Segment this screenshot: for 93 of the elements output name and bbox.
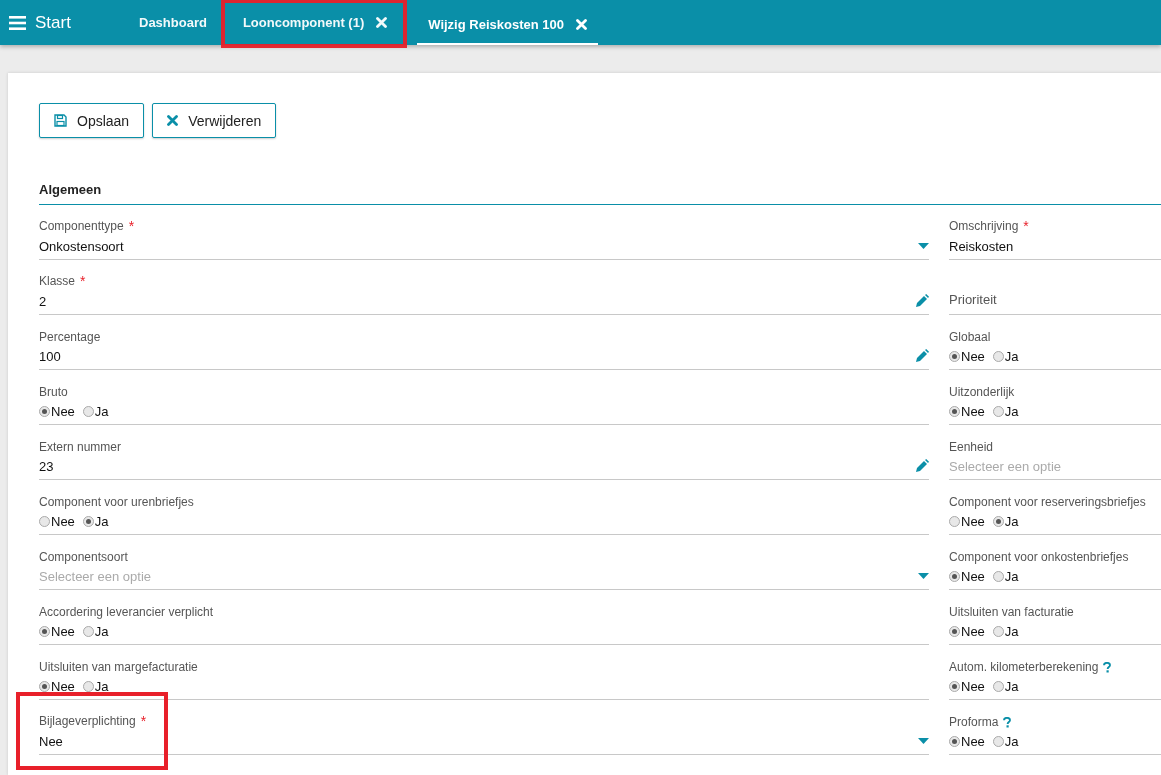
radio-option[interactable]: Nee	[949, 348, 985, 364]
field-label: Klasse	[39, 274, 76, 288]
radio-button[interactable]	[82, 625, 94, 637]
field-label: Component voor urenbriefjes	[39, 495, 194, 509]
radio-option[interactable]: Ja	[992, 623, 1019, 639]
dropdown-caret-icon[interactable]	[918, 738, 929, 744]
radio-option[interactable]: Nee	[949, 678, 985, 694]
dropdown-caret-icon[interactable]	[918, 243, 929, 249]
radio-button[interactable]	[992, 515, 1004, 527]
tab[interactable]: Looncomponent (1)	[224, 0, 406, 45]
radio-button[interactable]	[39, 515, 50, 527]
radio-button[interactable]	[39, 680, 50, 692]
radio-option[interactable]: Nee	[949, 513, 985, 529]
radio-button[interactable]	[82, 405, 94, 417]
field-value[interactable]: 100	[39, 348, 61, 364]
field-value[interactable]: Nee	[39, 733, 63, 749]
field-label: Component voor onkostenbriefjes	[949, 550, 1129, 564]
required-asterisk: *	[128, 218, 135, 234]
cross-icon	[167, 115, 179, 126]
field-label: Prioriteit	[949, 292, 997, 309]
radio-button[interactable]	[949, 680, 960, 692]
radio-option[interactable]: Nee	[39, 403, 75, 419]
radio-option[interactable]: Nee	[39, 513, 75, 529]
menu-icon[interactable]	[9, 15, 26, 30]
radio-button[interactable]	[992, 350, 1004, 362]
field-label: Componentsoort	[39, 550, 128, 564]
field-label: Component voor reserveringsbriefjes	[949, 495, 1146, 509]
radio-button[interactable]	[949, 570, 960, 582]
help-icon[interactable]	[1103, 661, 1112, 673]
save-button[interactable]: Opslaan	[39, 103, 145, 138]
help-icon[interactable]	[1003, 716, 1012, 728]
radio-button[interactable]	[39, 405, 50, 417]
field-value[interactable]: Reiskosten	[949, 238, 1014, 254]
required-asterisk: *	[140, 713, 147, 729]
field-label: Uitsluiten van margefacturatie	[39, 660, 198, 674]
radio-button[interactable]	[949, 405, 960, 417]
field-label: Uitzonderlijk	[949, 385, 1015, 399]
start-label[interactable]: Start	[35, 12, 71, 33]
radio-option[interactable]: Nee	[949, 733, 985, 749]
radio-button[interactable]	[39, 625, 50, 637]
field-label: Bruto	[39, 385, 68, 399]
radio-button[interactable]	[949, 515, 960, 527]
field-label: Autom. kilometerberekening	[949, 660, 1099, 674]
radio-option[interactable]: Ja	[82, 623, 109, 639]
radio-option[interactable]: Nee	[39, 678, 75, 694]
radio-button[interactable]	[992, 405, 1004, 417]
field-label: Globaal	[949, 330, 991, 344]
radio-option[interactable]: Ja	[992, 513, 1019, 529]
radio-option[interactable]: Ja	[82, 513, 109, 529]
required-asterisk: *	[80, 273, 86, 289]
field-label: Proforma	[949, 715, 999, 729]
radio-button[interactable]	[992, 735, 1004, 747]
radio-button[interactable]	[82, 680, 94, 692]
radio-button[interactable]	[949, 625, 960, 637]
radio-button[interactable]	[992, 570, 1004, 582]
radio-button[interactable]	[949, 735, 960, 747]
radio-option[interactable]: Nee	[949, 403, 985, 419]
radio-option[interactable]: Ja	[992, 678, 1019, 694]
radio-button[interactable]	[82, 515, 94, 527]
radio-button[interactable]	[992, 680, 1004, 692]
field-label: Accordering leverancier verplicht	[39, 605, 214, 619]
field-label: Uitsluiten van facturatie	[949, 605, 1074, 619]
radio-option[interactable]: Ja	[992, 568, 1019, 584]
field-label: Percentage	[39, 330, 101, 344]
tab[interactable]: Wijzig Reiskosten 100	[417, 0, 598, 45]
radio-option[interactable]: Nee	[39, 623, 75, 639]
radio-button[interactable]	[992, 625, 1004, 637]
dropdown-caret-icon[interactable]	[918, 573, 929, 579]
field-value[interactable]: 23	[39, 458, 54, 474]
section-title: Algemeen	[39, 182, 1161, 205]
field-label: Componenttype	[39, 219, 124, 233]
radio-option[interactable]: Ja	[992, 403, 1019, 419]
radio-option[interactable]: Ja	[992, 733, 1019, 749]
pencil-icon[interactable]	[915, 459, 929, 473]
radio-option[interactable]: Nee	[949, 623, 985, 639]
required-asterisk: *	[1023, 218, 1029, 234]
pencil-icon[interactable]	[915, 349, 929, 363]
close-icon[interactable]	[575, 18, 587, 30]
delete-button[interactable]: Verwijderen	[152, 103, 277, 138]
field-value[interactable]: 2	[39, 293, 47, 309]
field-label: Extern nummer	[39, 440, 122, 454]
radio-option[interactable]: Ja	[992, 348, 1019, 364]
radio-option[interactable]: Ja	[82, 403, 109, 419]
field-label: Bijlageverplichting	[39, 714, 136, 728]
field-label: Omschrijving	[949, 219, 1019, 233]
radio-option[interactable]: Nee	[949, 568, 985, 584]
radio-button[interactable]	[949, 350, 960, 362]
radio-option[interactable]: Ja	[82, 678, 109, 694]
field-value[interactable]: Onkostensoort	[39, 238, 124, 254]
close-icon[interactable]	[376, 17, 388, 28]
field-label: Eenheid	[949, 440, 994, 454]
pencil-icon[interactable]	[915, 294, 929, 308]
tab[interactable]: Dashboard	[121, 0, 225, 45]
